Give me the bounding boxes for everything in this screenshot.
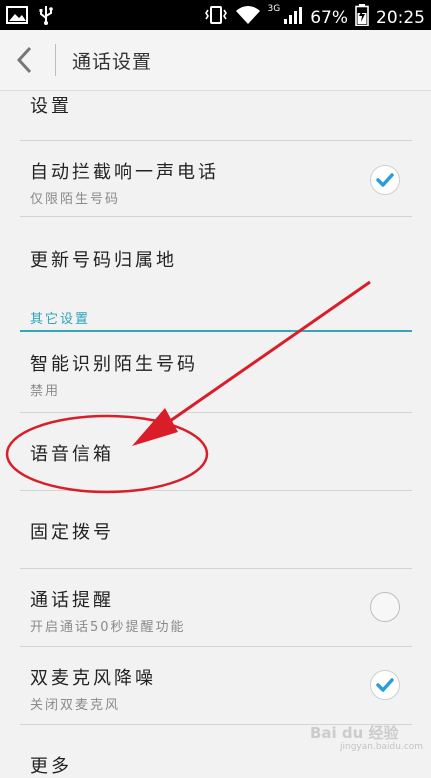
item-subtitle: 禁用 bbox=[30, 384, 61, 399]
gallery-icon bbox=[6, 6, 28, 28]
signal-icon bbox=[283, 5, 303, 30]
list-item-update-location[interactable]: 更新号码归属地 bbox=[0, 217, 431, 295]
list-item-settings[interactable]: 设置 bbox=[0, 90, 431, 140]
checkbox-block-one-ring-calls[interactable] bbox=[370, 165, 400, 195]
action-bar-divider bbox=[55, 44, 56, 76]
list-item-voicemail[interactable]: 语音信箱 bbox=[0, 413, 431, 490]
checkmark-icon bbox=[371, 678, 399, 703]
checkmark-icon bbox=[371, 173, 399, 198]
item-title: 设置 bbox=[30, 96, 72, 117]
item-subtitle: 开启通话50秒提醒功能 bbox=[30, 620, 186, 635]
checkbox-call-reminder[interactable] bbox=[370, 592, 400, 622]
page-title: 通话设置 bbox=[72, 51, 153, 73]
item-title: 更多 bbox=[30, 756, 72, 777]
checkbox-dual-mic[interactable] bbox=[370, 670, 400, 700]
watermark-url: jingyan.baidu.com bbox=[340, 742, 424, 752]
network-type: 3G bbox=[267, 4, 281, 14]
battery-charging-icon bbox=[355, 4, 369, 31]
status-bar: 3G 67% 20:25 bbox=[0, 0, 431, 30]
list-item-dual-mic-noise-reduction[interactable]: 双麦克风降噪 关闭双麦克风 bbox=[0, 647, 431, 724]
list-item-block-one-ring-calls[interactable]: 自动拦截响一声电话 仅限陌生号码 bbox=[0, 141, 431, 216]
item-subtitle: 关闭双麦克风 bbox=[30, 698, 121, 713]
section-divider bbox=[20, 330, 412, 332]
section-header-other-settings: 其它设置 bbox=[30, 312, 91, 327]
watermark-logo: Bai du 经验 bbox=[310, 724, 399, 742]
item-subtitle: 仅限陌生号码 bbox=[30, 192, 121, 207]
item-title: 双麦克风降噪 bbox=[30, 668, 156, 689]
item-title: 更新号码归属地 bbox=[30, 250, 177, 271]
chevron-left-icon bbox=[10, 46, 40, 80]
back-button[interactable] bbox=[10, 44, 40, 76]
wifi-icon bbox=[235, 5, 261, 30]
item-title: 自动拦截响一声电话 bbox=[30, 162, 219, 183]
item-title: 通话提醒 bbox=[30, 590, 114, 611]
list-item-call-reminder[interactable]: 通话提醒 开启通话50秒提醒功能 bbox=[0, 569, 431, 646]
vibrate-icon bbox=[204, 5, 228, 30]
list-item-smart-identify[interactable]: 智能识别陌生号码 禁用 bbox=[0, 333, 431, 411]
item-title: 智能识别陌生号码 bbox=[30, 354, 198, 375]
battery-percent: 67% bbox=[310, 7, 348, 28]
action-bar: 通话设置 bbox=[0, 30, 431, 91]
list-item-fixed-dialing[interactable]: 固定拨号 bbox=[0, 491, 431, 568]
item-title: 固定拨号 bbox=[30, 522, 114, 543]
usb-icon bbox=[38, 5, 54, 29]
clock: 20:25 bbox=[376, 7, 425, 28]
item-title: 语音信箱 bbox=[30, 444, 114, 465]
